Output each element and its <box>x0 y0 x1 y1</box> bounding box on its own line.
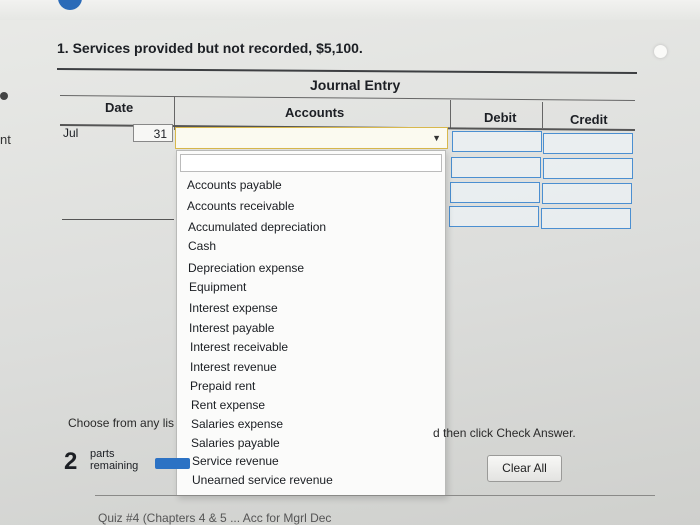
dropdown-option[interactable]: Depreciation expense <box>188 261 304 275</box>
column-divider <box>542 102 543 128</box>
dropdown-option[interactable]: Interest payable <box>189 321 274 335</box>
dropdown-arrow-icon[interactable]: ▼ <box>432 133 441 143</box>
column-divider <box>450 100 451 128</box>
credit-input-row2[interactable] <box>543 158 633 179</box>
indicator-dot-icon <box>654 45 667 58</box>
parts-remaining-count: 2 <box>64 448 78 475</box>
credit-input-row4[interactable] <box>541 208 631 229</box>
dropdown-option[interactable]: Interest expense <box>189 301 278 315</box>
entry-day-input[interactable]: 31 <box>133 124 173 142</box>
debit-input-row2[interactable] <box>451 157 541 178</box>
instruction-text-right: d then click Check Answer. <box>433 426 576 440</box>
footer-quiz-title: Quiz #4 (Chapters 4 & 5 ... Acc for Mgrl… <box>98 511 332 525</box>
question-text: 1. Services provided but not recorded, $… <box>57 40 363 56</box>
column-header-credit: Credit <box>570 112 608 127</box>
dropdown-option[interactable]: Equipment <box>189 280 246 294</box>
parts-label: parts <box>90 448 115 460</box>
clear-all-button[interactable]: Clear All <box>487 455 562 482</box>
dropdown-option[interactable]: Accounts receivable <box>187 199 294 213</box>
column-header-date: Date <box>105 100 134 115</box>
account-select[interactable]: ▼ <box>175 127 448 149</box>
debit-input-row1[interactable] <box>452 131 542 152</box>
debit-input-row3[interactable] <box>450 182 540 203</box>
debit-input-row4[interactable] <box>449 206 539 227</box>
top-strip <box>0 0 700 20</box>
dropdown-option[interactable]: Prepaid rent <box>190 379 255 393</box>
dropdown-option[interactable]: Unearned service revenue <box>192 473 333 487</box>
dropdown-blank-option[interactable] <box>180 154 442 172</box>
column-header-accounts: Accounts <box>285 105 345 120</box>
divider <box>95 495 655 496</box>
left-edge-text: nt <box>0 132 11 147</box>
dropdown-option[interactable]: Interest revenue <box>190 360 277 374</box>
dropdown-option[interactable]: Service revenue <box>192 454 279 468</box>
dropdown-option[interactable]: Rent expense <box>191 398 265 412</box>
dropdown-option[interactable]: Salaries expense <box>191 417 283 431</box>
accounts-dropdown-list[interactable]: Accounts payable Accounts receivable Acc… <box>176 150 446 496</box>
dropdown-option[interactable]: Salaries payable <box>191 436 280 450</box>
divider <box>62 219 174 220</box>
progress-indicator <box>155 458 190 469</box>
dropdown-option[interactable]: Accounts payable <box>187 178 282 192</box>
column-header-debit: Debit <box>484 110 517 125</box>
journal-entry-title: Journal Entry <box>310 77 401 93</box>
dropdown-option[interactable]: Interest receivable <box>190 340 288 354</box>
entry-month: Jul <box>63 126 79 140</box>
credit-input-row3[interactable] <box>542 183 632 204</box>
divider <box>56 68 637 75</box>
dropdown-option[interactable]: Accumulated depreciation <box>188 220 326 234</box>
credit-input-row1[interactable] <box>543 133 633 154</box>
divider <box>59 95 635 102</box>
bullet-icon <box>0 92 8 100</box>
dropdown-option[interactable]: Cash <box>188 239 216 253</box>
remaining-label: remaining <box>90 460 139 472</box>
instruction-text-left: Choose from any lis <box>68 416 175 430</box>
